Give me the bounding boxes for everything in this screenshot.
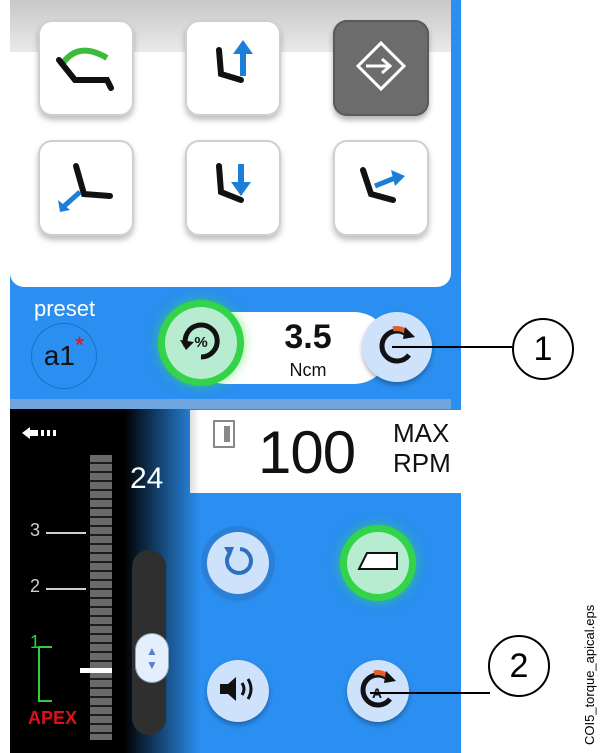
section-divider bbox=[10, 399, 451, 409]
apex-mark-3: 3 bbox=[30, 520, 41, 540]
chair-forward-icon bbox=[349, 156, 413, 221]
apex-position-indicator bbox=[80, 668, 112, 673]
chair-forward-button[interactable] bbox=[333, 140, 429, 236]
svg-text:%: % bbox=[194, 334, 207, 351]
chair-recline-button[interactable] bbox=[38, 20, 134, 116]
auto-reverse-button[interactable]: A bbox=[347, 660, 409, 722]
preset-selector[interactable]: a1 * bbox=[32, 324, 96, 388]
chair-raise-button[interactable] bbox=[185, 20, 281, 116]
chair-lower-icon bbox=[203, 156, 263, 221]
speed-max-label: MAX bbox=[393, 418, 450, 448]
torque-mode-button[interactable]: % bbox=[165, 307, 237, 379]
return-position-icon bbox=[354, 39, 408, 98]
chair-lower-back-icon bbox=[54, 156, 118, 221]
apex-scale bbox=[90, 455, 112, 740]
apex-mark-line bbox=[46, 532, 86, 534]
torque-unit: Ncm bbox=[289, 360, 327, 380]
return-position-button[interactable] bbox=[333, 20, 429, 116]
sound-button[interactable] bbox=[207, 660, 269, 722]
callout-2: 2 bbox=[488, 635, 550, 697]
speed-mode-icon bbox=[213, 420, 235, 453]
preset-label: preset bbox=[34, 296, 96, 321]
chair-raise-icon bbox=[203, 36, 263, 101]
device-screen: preset a1 * % 3.5 Ncm 100 MAX RPM 24 3 2… bbox=[10, 0, 461, 753]
apex-mark-line bbox=[46, 588, 86, 590]
chair-lower-button[interactable] bbox=[185, 140, 281, 236]
reverse-button[interactable] bbox=[207, 532, 269, 594]
reverse-icon bbox=[220, 543, 256, 584]
chevron-up-icon: ▲ bbox=[146, 644, 158, 658]
light-icon bbox=[357, 549, 399, 578]
apex-zone-bracket bbox=[38, 646, 52, 702]
apex-count: 24 bbox=[130, 462, 164, 495]
callout-1: 1 bbox=[512, 318, 574, 380]
figure-caption: COI5_torque_apical.eps bbox=[582, 604, 597, 745]
speed-unit: RPM bbox=[393, 448, 451, 478]
preset-value: a1 bbox=[43, 340, 75, 371]
apex-mark-2: 2 bbox=[30, 576, 41, 596]
apex-label: APEX bbox=[28, 708, 78, 728]
callout-line-2 bbox=[370, 692, 490, 694]
torque-value: 3.5 bbox=[284, 318, 332, 356]
chevron-down-icon: ▼ bbox=[146, 658, 158, 672]
preset-modified-marker: * bbox=[74, 332, 85, 359]
torque-percent-icon: % bbox=[178, 318, 224, 369]
auto-reverse-icon: A bbox=[356, 667, 400, 716]
chair-lower-back-button[interactable] bbox=[38, 140, 134, 236]
speed-value: 100 bbox=[258, 419, 356, 486]
chair-recline-icon bbox=[51, 36, 121, 101]
sound-icon bbox=[218, 674, 258, 709]
file-direction-icon bbox=[22, 426, 60, 445]
light-button[interactable] bbox=[347, 532, 409, 594]
apex-slider-handle[interactable]: ▲ ▼ bbox=[136, 634, 168, 682]
callout-line-1 bbox=[392, 346, 512, 348]
